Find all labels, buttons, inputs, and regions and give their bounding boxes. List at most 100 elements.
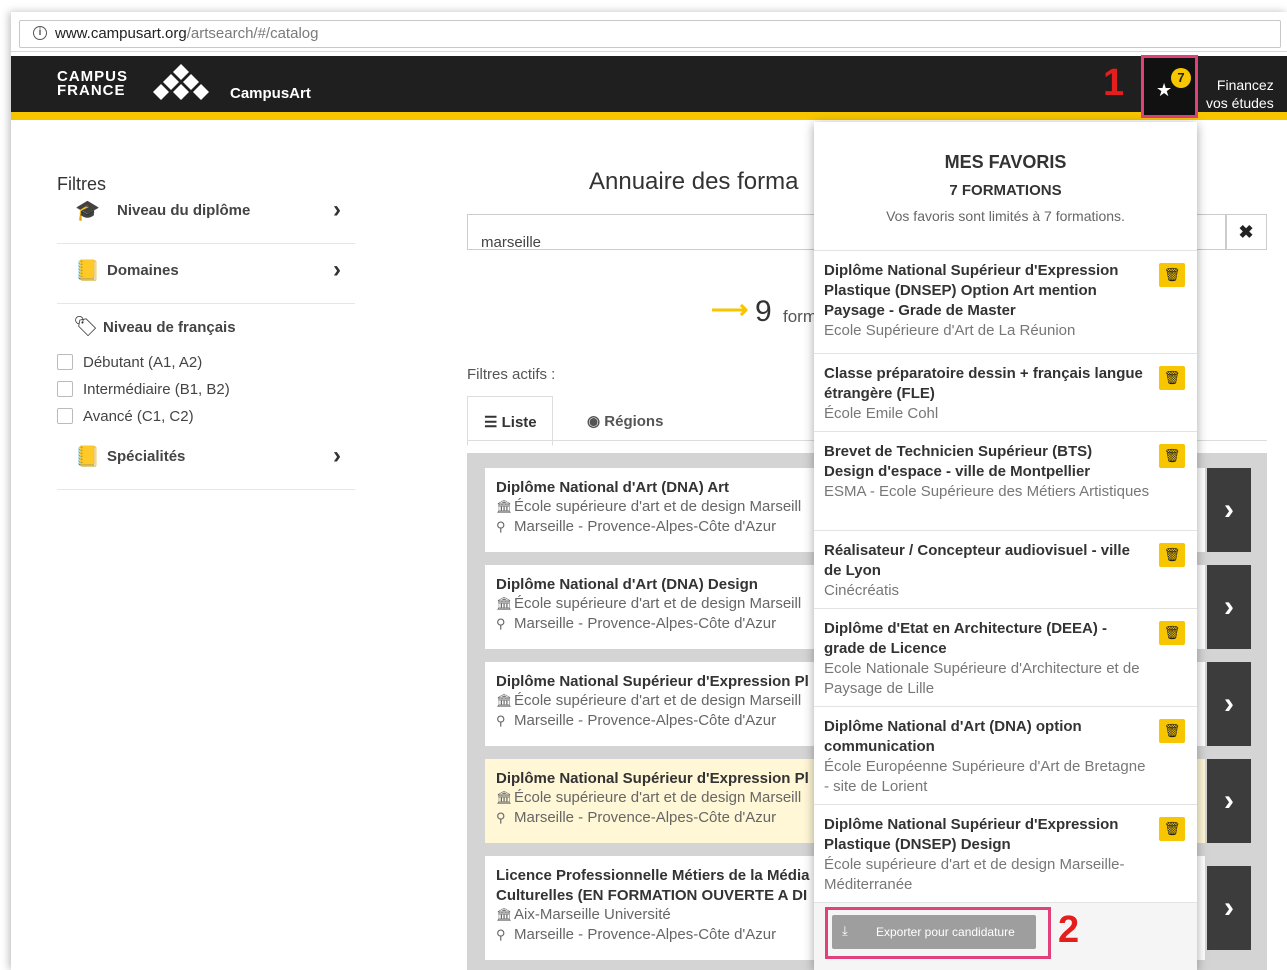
open-result-button[interactable]: › (1207, 565, 1251, 649)
favorite-item[interactable]: Classe préparatoire dessin + français la… (814, 353, 1197, 431)
annotation-number-1: 1 (1103, 62, 1125, 104)
tab-regions[interactable]: ◉ Régions (571, 396, 671, 446)
map-pin-icon: ⚲ (496, 616, 506, 631)
favorite-title[interactable]: Classe préparatoire dessin + français la… (824, 364, 1144, 404)
result-school: 🏛Aix-Marseille Université (496, 906, 671, 923)
favorite-school: Ecole Nationale Supérieure d'Architectur… (824, 660, 1140, 697)
trash-icon[interactable]: 🗑 (1159, 817, 1185, 841)
result-school: 🏛École supérieure d'art et de design Mar… (496, 595, 802, 612)
checkbox-avance[interactable]: Avancé (C1, C2) (57, 408, 194, 425)
filter-niveau-francais: Niveau de français (103, 319, 236, 336)
campus-france-logo[interactable]: CAMPUS FRANCE (57, 64, 222, 112)
tab-liste[interactable]: ☰ Liste (467, 396, 553, 446)
browser-window: i www.campusart.org/artsearch/#/catalog … (11, 12, 1287, 970)
filter-specialites[interactable]: 📒 Spécialités › (57, 430, 355, 490)
favorite-school: École Européenne Supérieure d'Art de Bre… (824, 758, 1146, 795)
finance-link[interactable]: Financez vos études (1206, 76, 1274, 112)
favorite-item[interactable]: Brevet de Technicien Supérieur (BTS) Des… (814, 431, 1197, 530)
globe-icon: ◉ (587, 413, 601, 430)
favorite-title[interactable]: Diplôme National Supérieur d'Expression … (824, 261, 1144, 321)
search-input-value[interactable]: marseille (481, 234, 541, 251)
result-school: 🏛École supérieure d'art et de design Mar… (496, 498, 802, 515)
favorites-subtitle: 7 FORMATIONS (949, 182, 1062, 199)
result-title[interactable]: Diplôme National Supérieur d'Expression … (496, 769, 809, 789)
top-header: CAMPUS FRANCE CampusArt Financez vos étu… (11, 56, 1287, 112)
result-count: 9 (755, 295, 772, 328)
favorite-school: École supérieure d'art et de design Mars… (824, 856, 1125, 893)
favorites-count-badge: 7 (1171, 68, 1191, 88)
trash-icon[interactable]: 🗑 (1159, 263, 1185, 287)
result-school: 🏛École supérieure d'art et de design Mar… (496, 692, 802, 709)
chevron-right-icon: › (333, 256, 341, 283)
trash-icon[interactable]: 🗑 (1159, 719, 1185, 743)
export-button-label: Exporter pour candidature (876, 925, 1015, 939)
header-accent-line (11, 112, 1287, 120)
result-title[interactable]: Diplôme National d'Art (DNA) Design (496, 575, 758, 595)
map-pin-icon: ⚲ (496, 810, 506, 825)
annotation-number-2: 2 (1058, 909, 1080, 951)
favorites-dropdown: MES FAVORIS 7 FORMATIONS Vos favoris son… (814, 122, 1197, 970)
favorite-item[interactable]: Réalisateur / Concepteur audiovisuel - v… (814, 530, 1197, 608)
result-title[interactable]: Diplôme National Supérieur d'Expression … (496, 672, 809, 692)
favorite-school: ESMA - Ecole Supérieure des Métiers Arti… (824, 483, 1150, 500)
favorite-item[interactable]: Diplôme National d'Art (DNA) option comm… (814, 706, 1197, 804)
trash-icon[interactable]: 🗑 (1159, 543, 1185, 567)
trash-icon[interactable]: 🗑 (1159, 621, 1185, 645)
checkbox-intermediaire[interactable]: Intermédiaire (B1, B2) (57, 381, 230, 398)
favorites-button[interactable]: ★ 7 (1141, 55, 1198, 118)
checkbox[interactable] (57, 408, 73, 424)
favorites-footer: ⤓ Exporter pour candidature 2 (814, 902, 1197, 970)
url-text[interactable]: www.campusart.org/artsearch/#/catalog (55, 25, 318, 42)
info-icon[interactable]: i (33, 26, 47, 40)
trash-icon[interactable]: 🗑 (1159, 366, 1185, 390)
filter-label: Spécialités (107, 448, 186, 465)
result-location: ⚲ Marseille - Provence-Alpes-Côte d'Azur (496, 615, 777, 632)
clear-search-button[interactable]: ✖ (1225, 214, 1267, 250)
map-pin-icon: ⚲ (496, 519, 506, 534)
favorite-school: Ecole Supérieure d'Art de La Réunion (824, 322, 1076, 339)
favorites-title: MES FAVORIS (944, 152, 1067, 172)
result-location: ⚲ Marseille - Provence-Alpes-Côte d'Azur (496, 926, 777, 943)
download-icon: ⤓ (842, 923, 848, 938)
favorite-title[interactable]: Brevet de Technicien Supérieur (BTS) Des… (824, 442, 1144, 482)
filter-domaines[interactable]: 📒 Domaines › (57, 244, 355, 304)
open-result-button[interactable]: › (1207, 468, 1251, 552)
open-result-button[interactable]: › (1207, 866, 1251, 950)
checkbox-debutant[interactable]: Débutant (A1, A2) (57, 354, 202, 371)
chevron-right-icon: › (333, 196, 341, 223)
result-title[interactable]: Licence Professionnelle Métiers de la Mé… (496, 866, 809, 906)
app-name[interactable]: CampusArt (230, 85, 311, 102)
favorite-item[interactable]: Diplôme d'Etat en Architecture (DEEA) - … (814, 608, 1197, 706)
chevron-right-icon: › (333, 442, 341, 469)
favorite-title[interactable]: Diplôme d'Etat en Architecture (DEEA) - … (824, 619, 1144, 659)
favorite-school: École Emile Cohl (824, 405, 939, 422)
export-button[interactable]: ⤓ Exporter pour candidature (832, 915, 1036, 949)
institution-icon: 🏛 (496, 596, 513, 611)
filter-niveau-diplome[interactable]: 🎓 Niveau du diplôme › (57, 184, 355, 244)
book-icon: 📒 (75, 260, 100, 282)
logo-text: CAMPUS FRANCE (57, 68, 129, 99)
institution-icon: 🏛 (496, 693, 513, 708)
result-location: ⚲ Marseille - Provence-Alpes-Côte d'Azur (496, 712, 777, 729)
result-title[interactable]: Diplôme National d'Art (DNA) Art (496, 478, 729, 498)
favorites-note: Vos favoris sont limités à 7 formations. (886, 208, 1125, 224)
result-school: 🏛École supérieure d'art et de design Mar… (496, 789, 802, 806)
favorite-item[interactable]: Diplôme National Supérieur d'Expression … (814, 250, 1197, 353)
star-icon: ★ (1156, 80, 1173, 100)
checkbox[interactable] (57, 354, 73, 370)
favorite-title[interactable]: Diplôme National Supérieur d'Expression … (824, 815, 1144, 855)
open-result-button[interactable]: › (1207, 662, 1251, 746)
favorite-title[interactable]: Diplôme National d'Art (DNA) option comm… (824, 717, 1144, 757)
active-filters-label: Filtres actifs : (467, 366, 556, 383)
graduation-cap-icon: 🎓 (75, 200, 100, 222)
favorite-item[interactable]: Diplôme National Supérieur d'Expression … (814, 804, 1197, 902)
trash-icon[interactable]: 🗑 (1159, 444, 1185, 468)
filter-label: Niveau du diplôme (117, 202, 251, 219)
list-icon: ☰ (484, 414, 498, 431)
open-result-button[interactable]: › (1207, 759, 1251, 843)
checkbox[interactable] (57, 381, 73, 397)
tag-icon: 🏷 (73, 316, 99, 338)
address-bar[interactable]: i www.campusart.org/artsearch/#/catalog (11, 12, 1287, 52)
diamond-logo-icon (153, 64, 209, 100)
favorite-title[interactable]: Réalisateur / Concepteur audiovisuel - v… (824, 541, 1144, 581)
